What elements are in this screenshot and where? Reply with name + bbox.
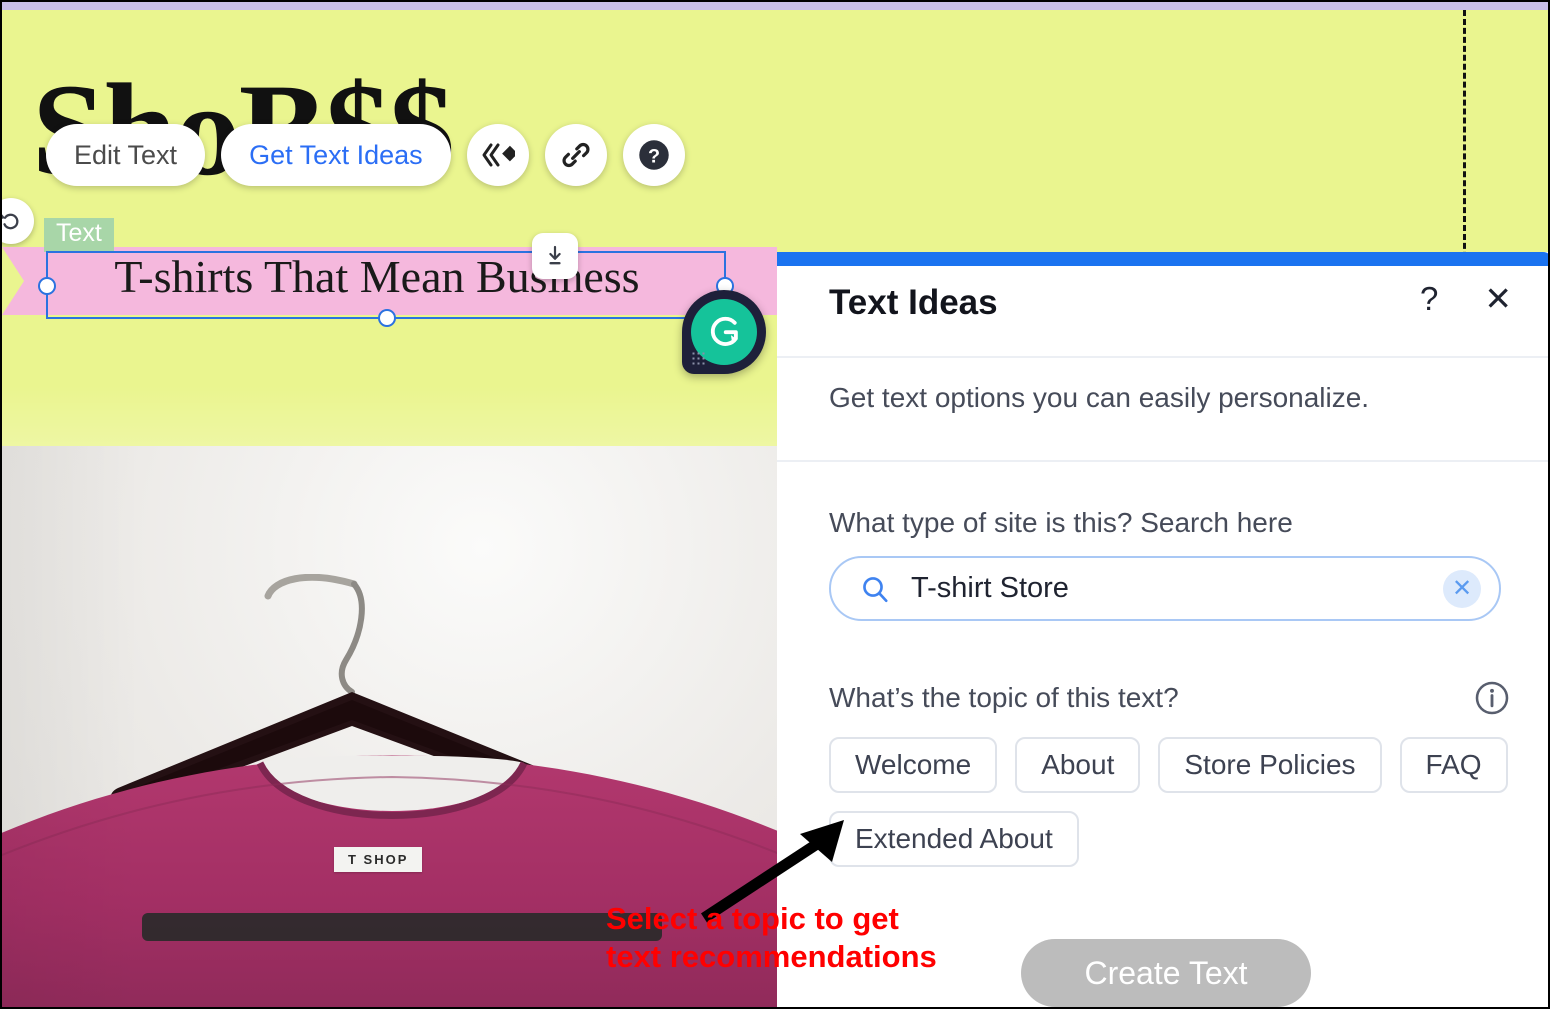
resize-handle-left[interactable] [38, 277, 56, 295]
rotate-icon [2, 213, 19, 230]
resize-handle-bottom[interactable] [378, 309, 396, 327]
svg-text:?: ? [648, 145, 660, 167]
get-text-ideas-button[interactable]: Get Text Ideas [221, 124, 451, 186]
create-text-button[interactable]: Create Text [1021, 939, 1311, 1007]
text-ideas-panel: Text Ideas ? ✕ Get text options you can … [777, 252, 1548, 1007]
panel-help-icon[interactable]: ? [1420, 282, 1438, 315]
grammarly-widget[interactable] [682, 290, 766, 374]
panel-accent-bar [777, 252, 1548, 266]
grammarly-g-icon [710, 316, 738, 346]
app-root: ShoB$$ Edit Text Get Text Ideas ? [0, 0, 1550, 1009]
site-type-search-box[interactable]: T-shirt Store ✕ [829, 556, 1501, 621]
panel-divider [777, 460, 1548, 462]
top-strip [2, 2, 1548, 10]
topic-options-row-1: Welcome About Store Policies FAQ [829, 737, 1508, 793]
download-icon [549, 245, 561, 265]
topic-label: What’s the topic of this text? [829, 682, 1179, 713]
topic-chip-faq[interactable]: FAQ [1399, 737, 1508, 793]
edit-text-button[interactable]: Edit Text [46, 124, 206, 186]
tshirt-brand-label: T SHOP [334, 847, 423, 872]
panel-header-actions: ? ✕ [1420, 282, 1512, 315]
help-button[interactable]: ? [622, 124, 685, 186]
panel-description: Get text options you can easily personal… [829, 382, 1370, 413]
help-icon: ? [638, 140, 669, 170]
link-icon [562, 142, 590, 168]
annotation-text: Select a topic to get text recommendatio… [606, 901, 937, 974]
element-toolbar: Edit Text Get Text Ideas ? [46, 124, 685, 186]
link-button[interactable] [544, 124, 607, 186]
selection-box[interactable] [38, 251, 734, 327]
element-type-badge: Text [44, 218, 114, 252]
panel-title: Text Ideas [829, 283, 998, 322]
topic-chip-welcome[interactable]: Welcome [829, 737, 998, 793]
topic-chip-about[interactable]: About [1015, 737, 1141, 793]
download-button[interactable] [532, 233, 578, 279]
topic-chip-store-policies[interactable]: Store Policies [1158, 737, 1382, 793]
clear-search-button[interactable]: ✕ [1443, 569, 1481, 608]
animation-effects-button[interactable] [466, 124, 529, 186]
search-icon [863, 576, 888, 602]
info-icon[interactable] [1474, 680, 1510, 716]
panel-close-icon[interactable]: ✕ [1484, 282, 1512, 315]
grammarly-drag-dots[interactable] [691, 351, 705, 365]
animation-effects-icon [482, 143, 515, 167]
site-type-label: What type of site is this? Search here [829, 507, 1293, 538]
site-type-value[interactable]: T-shirt Store [911, 572, 1443, 605]
